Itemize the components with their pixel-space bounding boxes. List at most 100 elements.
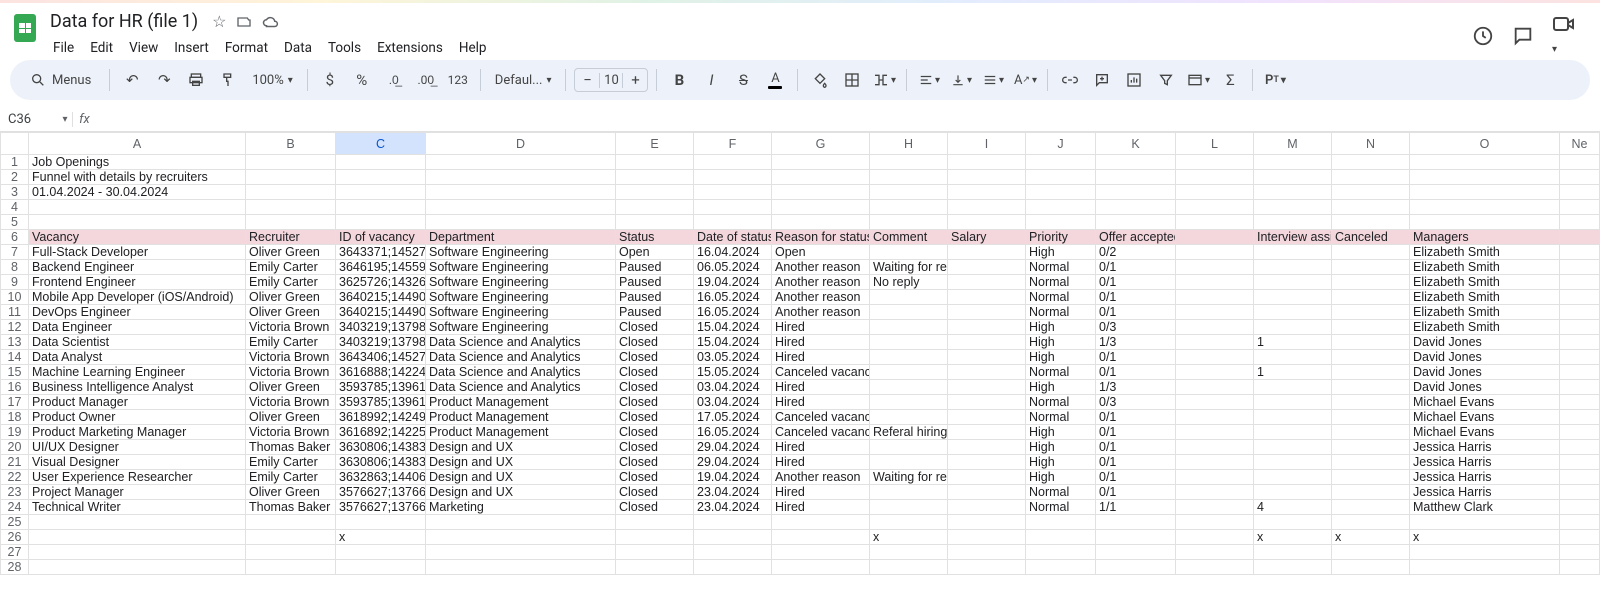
cell-K4[interactable]: [1096, 200, 1176, 215]
cell-O19[interactable]: Michael Evans: [1410, 425, 1560, 440]
cell-J26[interactable]: [1026, 530, 1096, 545]
cell-O12[interactable]: Elizabeth Smith: [1410, 320, 1560, 335]
cell-D21[interactable]: Design and UX: [426, 455, 616, 470]
cell-D22[interactable]: Design and UX: [426, 470, 616, 485]
cell-C22[interactable]: 3632863;1440656: [336, 470, 426, 485]
strike-button[interactable]: S: [729, 66, 757, 94]
cell-O26[interactable]: x: [1410, 530, 1560, 545]
cell-B11[interactable]: Oliver Green: [246, 305, 336, 320]
row-header-4[interactable]: 4: [1, 200, 29, 215]
cell-A18[interactable]: Product Owner: [29, 410, 246, 425]
cell-I22[interactable]: [948, 470, 1026, 485]
cell-M11[interactable]: [1254, 305, 1332, 320]
cell-K15[interactable]: 0/1: [1096, 365, 1176, 380]
cell-J7[interactable]: High: [1026, 245, 1096, 260]
cell-G16[interactable]: Hired: [772, 380, 870, 395]
cell-D7[interactable]: Software Engineering: [426, 245, 616, 260]
currency-button[interactable]: $: [316, 66, 344, 94]
cell-O24[interactable]: Matthew Clark: [1410, 500, 1560, 515]
bold-button[interactable]: B: [665, 66, 693, 94]
cell-O14[interactable]: David Jones: [1410, 350, 1560, 365]
cell-H27[interactable]: [870, 545, 948, 560]
row-header-24[interactable]: 24: [1, 500, 29, 515]
cell-H12[interactable]: [870, 320, 948, 335]
cell-L7[interactable]: [1176, 245, 1254, 260]
cell-J21[interactable]: High: [1026, 455, 1096, 470]
filter-button[interactable]: [1152, 66, 1180, 94]
sheets-logo[interactable]: [10, 9, 40, 47]
cell-H17[interactable]: [870, 395, 948, 410]
cell-J10[interactable]: Normal: [1026, 290, 1096, 305]
cell-G28[interactable]: [772, 560, 870, 575]
cell-J9[interactable]: Normal: [1026, 275, 1096, 290]
cell-O28[interactable]: [1410, 560, 1560, 575]
row-header-21[interactable]: 21: [1, 455, 29, 470]
table-header-D[interactable]: Department: [426, 230, 616, 245]
cell-E24[interactable]: Closed: [616, 500, 694, 515]
explore-button[interactable]: PT▾: [1261, 66, 1289, 94]
cell-L12[interactable]: [1176, 320, 1254, 335]
row-header-14[interactable]: 14: [1, 350, 29, 365]
row-header-8[interactable]: 8: [1, 260, 29, 275]
cell-B15[interactable]: Victoria Brown: [246, 365, 336, 380]
col-header-A[interactable]: A: [29, 133, 246, 155]
cell-J5[interactable]: [1026, 215, 1096, 230]
cell-M26[interactable]: x: [1254, 530, 1332, 545]
cell-P9[interactable]: [1560, 275, 1600, 290]
cell-A10[interactable]: Mobile App Developer (iOS/Android): [29, 290, 246, 305]
cell-N19[interactable]: [1332, 425, 1410, 440]
cell-J25[interactable]: [1026, 515, 1096, 530]
cell-L9[interactable]: [1176, 275, 1254, 290]
cell-B3[interactable]: [246, 185, 336, 200]
col-header-M[interactable]: M: [1254, 133, 1332, 155]
cell-F19[interactable]: 16.05.2024: [694, 425, 772, 440]
table-header-G[interactable]: Reason for status: [772, 230, 870, 245]
cell-D14[interactable]: Data Science and Analytics: [426, 350, 616, 365]
cell-N24[interactable]: [1332, 500, 1410, 515]
cell-J12[interactable]: High: [1026, 320, 1096, 335]
cell-I25[interactable]: [948, 515, 1026, 530]
menu-data[interactable]: Data: [277, 36, 319, 60]
cell-A8[interactable]: Backend Engineer: [29, 260, 246, 275]
cell-H2[interactable]: [870, 170, 948, 185]
cell-O18[interactable]: Michael Evans: [1410, 410, 1560, 425]
insert-chart-button[interactable]: [1120, 66, 1148, 94]
cell-P5[interactable]: [1560, 215, 1600, 230]
cell-C17[interactable]: 3593785;1396116: [336, 395, 426, 410]
cell-H16[interactable]: [870, 380, 948, 395]
cell-D19[interactable]: Product Management: [426, 425, 616, 440]
cell-J27[interactable]: [1026, 545, 1096, 560]
cell-H13[interactable]: [870, 335, 948, 350]
cell-E27[interactable]: [616, 545, 694, 560]
percent-button[interactable]: %: [348, 66, 376, 94]
cell-C15[interactable]: 3616888;1422497: [336, 365, 426, 380]
cell-F22[interactable]: 19.04.2024: [694, 470, 772, 485]
cell-C16[interactable]: 3593785;1396116: [336, 380, 426, 395]
cell-N18[interactable]: [1332, 410, 1410, 425]
cell-P17[interactable]: [1560, 395, 1600, 410]
font-family-dropdown[interactable]: Defaul... ▾: [489, 66, 558, 94]
cell-J18[interactable]: Normal: [1026, 410, 1096, 425]
cell-K8[interactable]: 0/1: [1096, 260, 1176, 275]
cell-P8[interactable]: [1560, 260, 1600, 275]
cell-G11[interactable]: Another reason: [772, 305, 870, 320]
cell-A9[interactable]: Frontend Engineer: [29, 275, 246, 290]
cell-K1[interactable]: [1096, 155, 1176, 170]
cell-A5[interactable]: [29, 215, 246, 230]
cell-J15[interactable]: Normal: [1026, 365, 1096, 380]
cell-D15[interactable]: Data Science and Analytics: [426, 365, 616, 380]
cell-F16[interactable]: 03.04.2024: [694, 380, 772, 395]
cell-K24[interactable]: 1/1: [1096, 500, 1176, 515]
cell-M23[interactable]: [1254, 485, 1332, 500]
more-formats-button[interactable]: 123: [444, 66, 472, 94]
cell-A3[interactable]: 01.04.2024 - 30.04.2024: [29, 185, 246, 200]
cell-P23[interactable]: [1560, 485, 1600, 500]
cell-H23[interactable]: [870, 485, 948, 500]
cell-M13[interactable]: 1: [1254, 335, 1332, 350]
cell-N13[interactable]: [1332, 335, 1410, 350]
cell-D27[interactable]: [426, 545, 616, 560]
cell-D13[interactable]: Data Science and Analytics: [426, 335, 616, 350]
cell-B10[interactable]: Oliver Green: [246, 290, 336, 305]
cell-B27[interactable]: [246, 545, 336, 560]
cell-P1[interactable]: [1560, 155, 1600, 170]
